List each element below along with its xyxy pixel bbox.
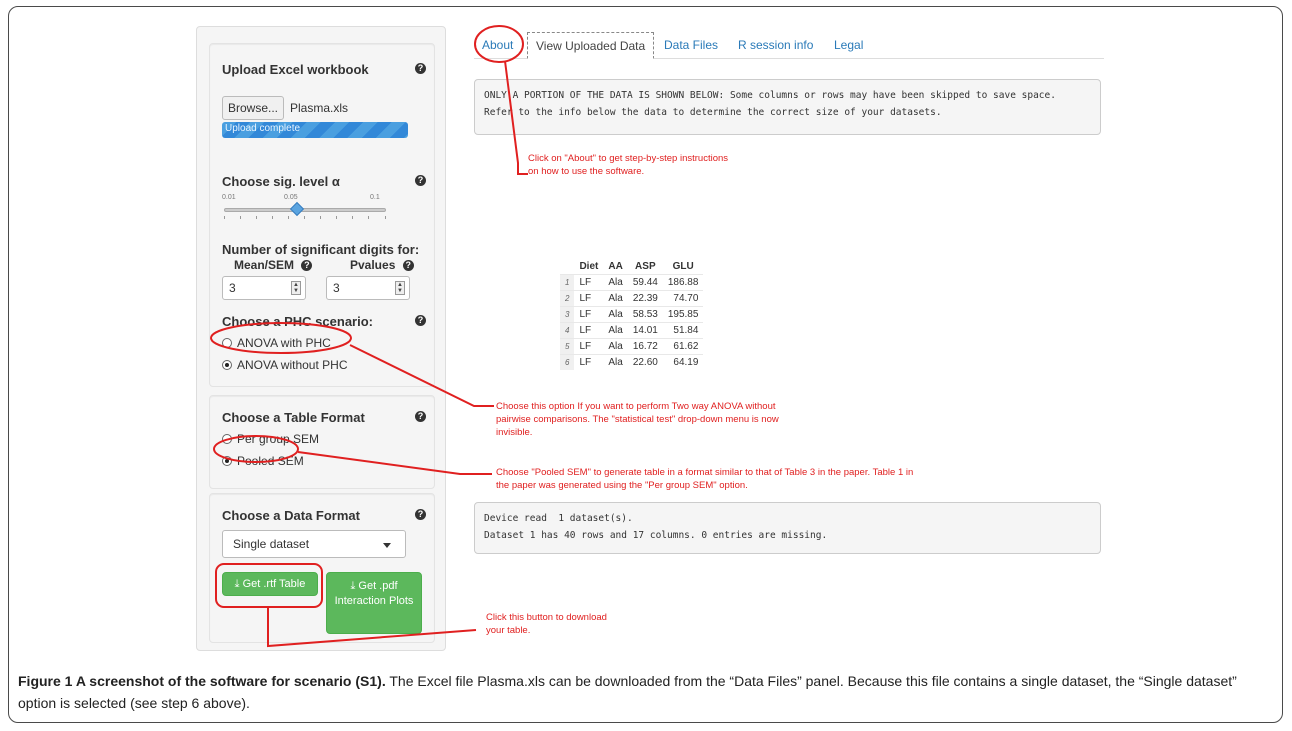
phc-callout-line (349, 344, 494, 407)
phc-highlight-ellipse (210, 322, 352, 354)
figure-caption: Figure 1 A screenshot of the software fo… (18, 670, 1274, 714)
button-callout-line (267, 607, 477, 648)
button-annotation: Click this button to download your table… (486, 612, 607, 636)
annotation-overlay (210, 25, 528, 648)
caption-label: Figure 1 A screenshot of the software fo… (18, 673, 386, 689)
about-highlight-ellipse (474, 25, 524, 63)
pooled-callout-line (297, 451, 492, 475)
pooled-annotation: Choose "Pooled SEM" to generate table in… (496, 467, 914, 491)
pooled-highlight-ellipse (213, 435, 299, 463)
about-annotation: Click on "About" to get step-by-step ins… (528, 153, 729, 177)
phc-annotation: Choose this option If you want to perfor… (496, 401, 779, 438)
about-callout-line (504, 60, 528, 175)
rtf-button-highlight (215, 563, 323, 608)
